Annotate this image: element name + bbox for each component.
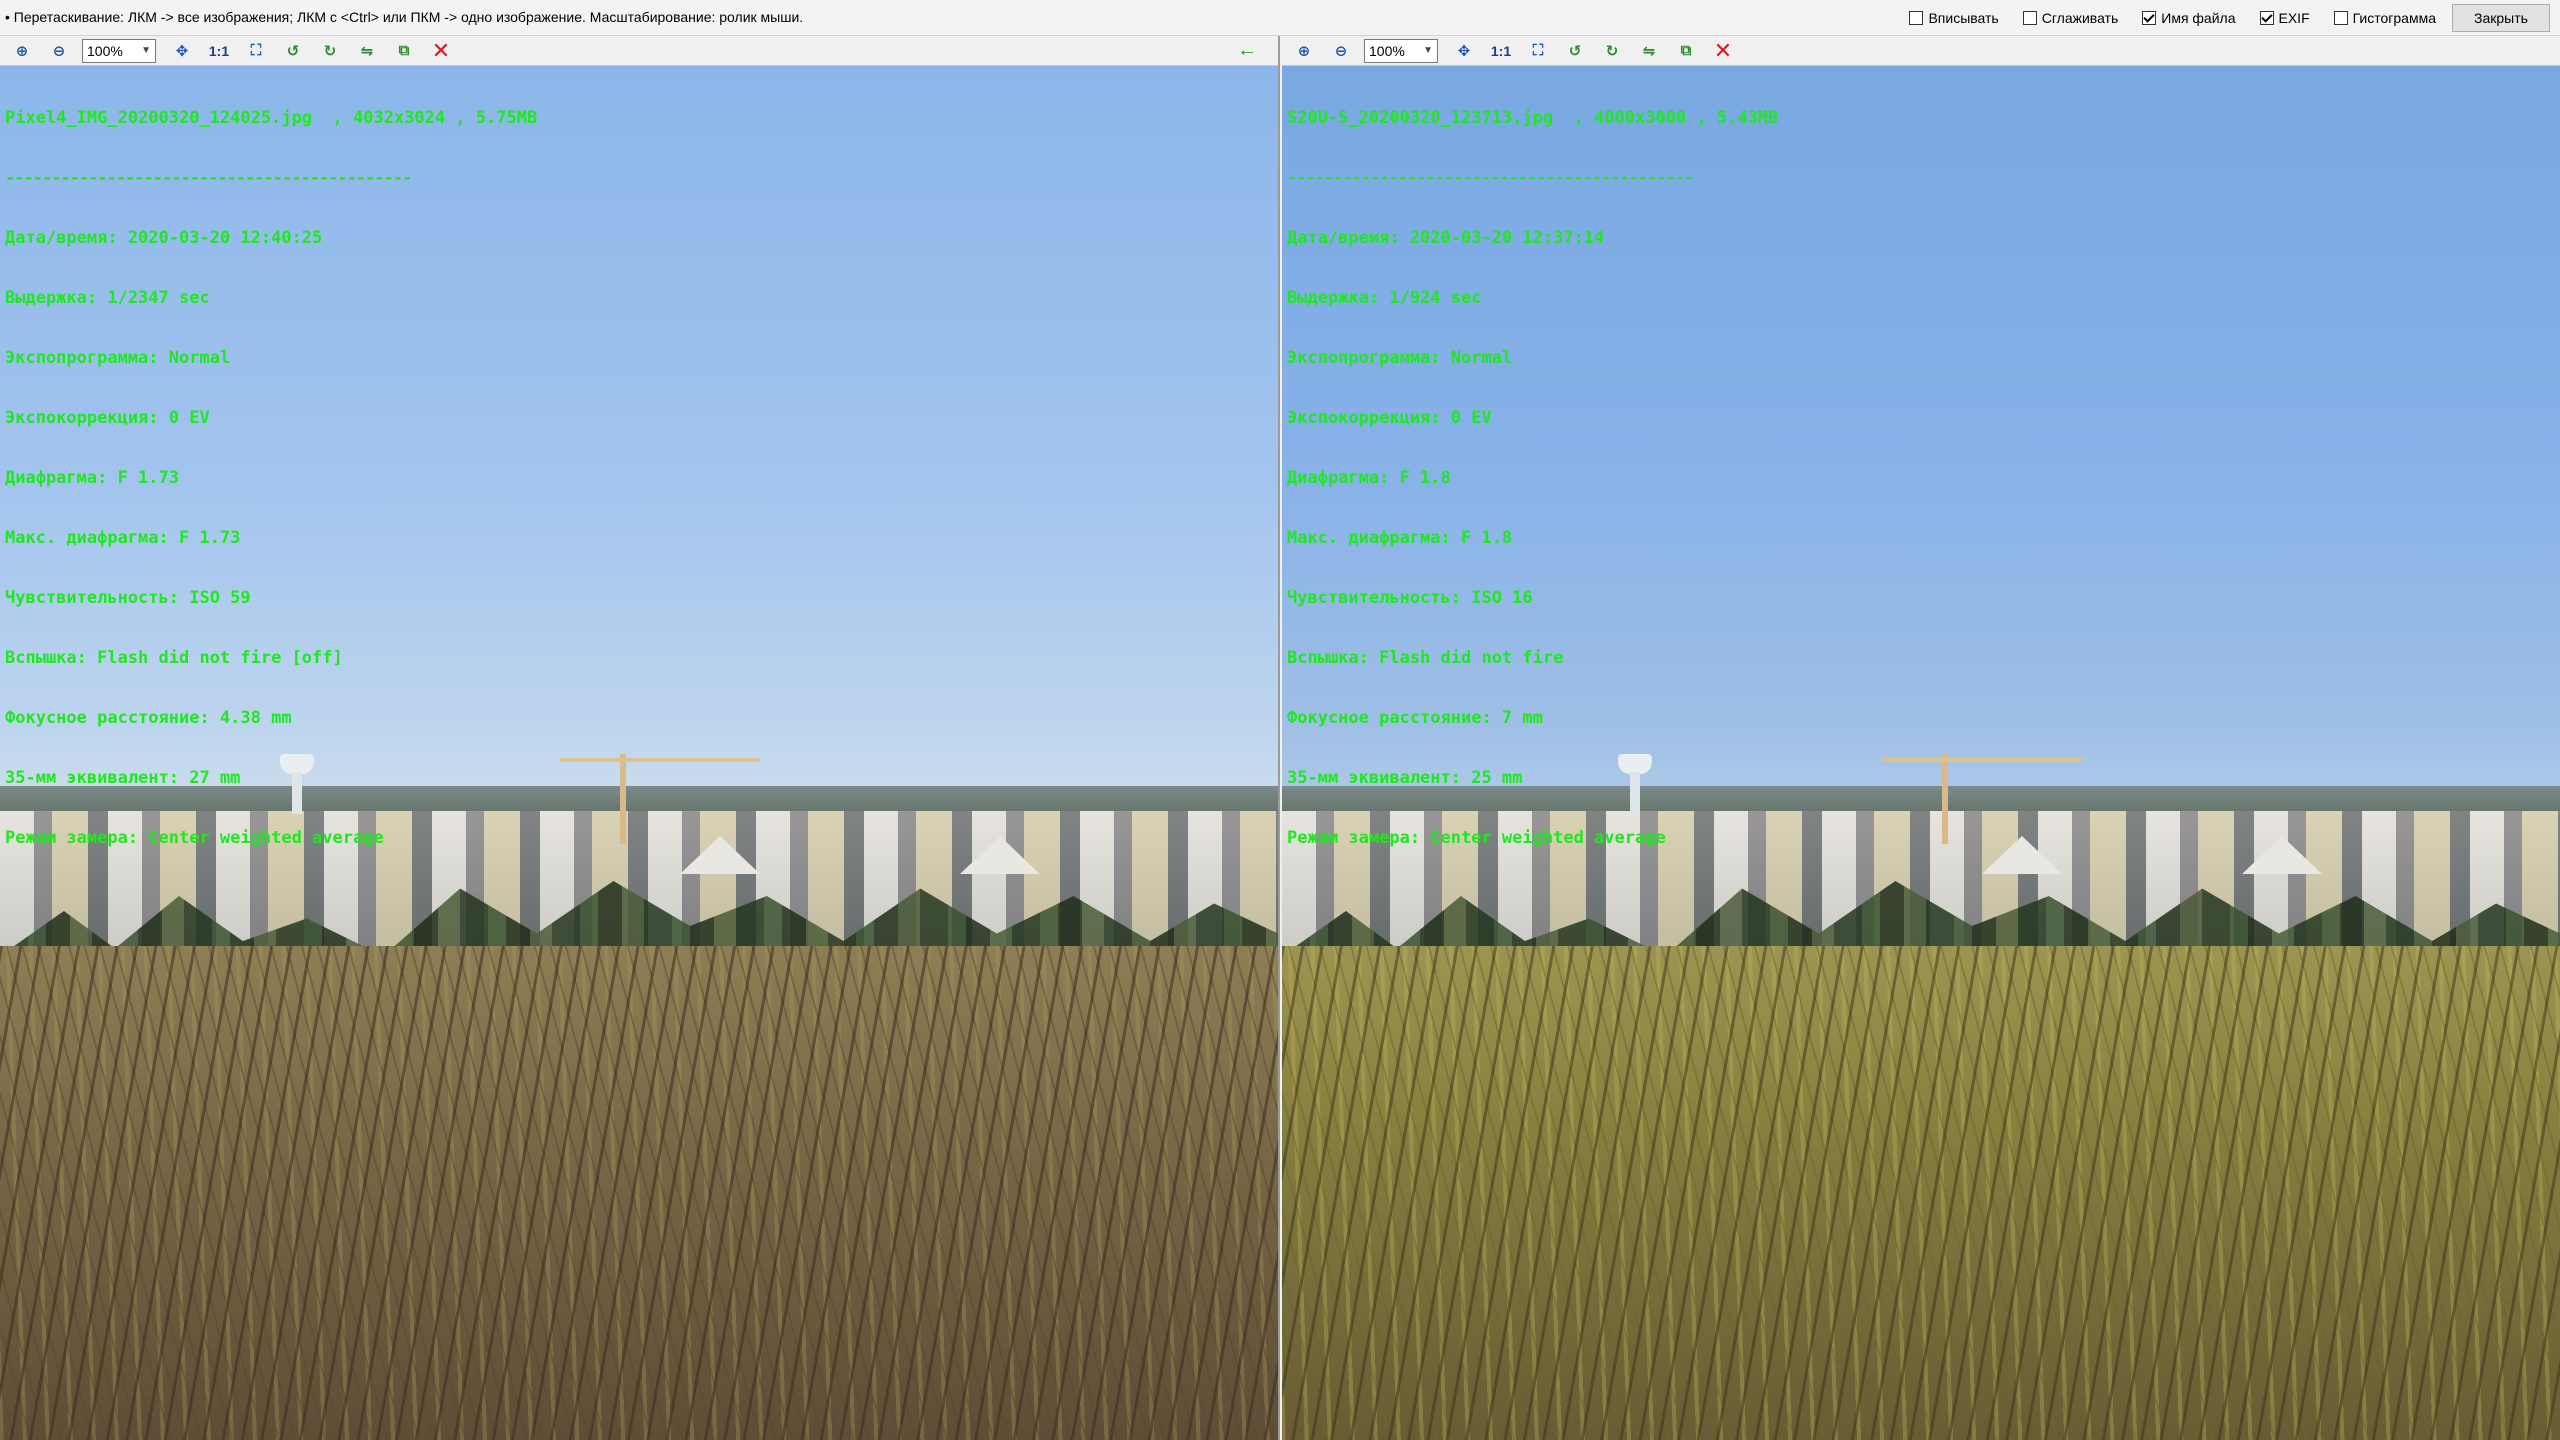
checkbox-exif[interactable] xyxy=(2259,11,2274,25)
right-toolbar: ⊕ ⊖ 100% ▼ ✥ 1:1 ⛶ ↺ ↻ ⇋ ⧉ ✕ xyxy=(1282,36,2560,66)
option-exif[interactable]: EXIF xyxy=(2259,10,2310,26)
crane-mast xyxy=(620,754,626,844)
rotate-right-icon[interactable]: ↻ xyxy=(316,38,344,64)
top-bar: • Перетаскивание: ЛКМ -> все изображения… xyxy=(0,0,2560,36)
fit-icon[interactable]: ⛶ xyxy=(1524,38,1552,64)
exif-line: Экспопрограмма: Normal xyxy=(5,348,231,368)
checkbox-histogram[interactable] xyxy=(2333,11,2348,25)
chevron-down-icon: ▼ xyxy=(1423,45,1433,56)
house-roof xyxy=(960,836,1040,874)
move-icon[interactable]: ✥ xyxy=(1450,38,1478,64)
left-zoom-select[interactable]: 100% ▼ xyxy=(82,38,156,63)
option-filename-label: Имя файла xyxy=(2161,10,2236,26)
left-exif-overlay: Pixel4_IMG_20200320_124025.jpg , 4032x30… xyxy=(5,68,537,888)
right-zoom-select[interactable]: 100% ▼ xyxy=(1364,38,1438,63)
exif-line: Диафрагма: F 1.73 xyxy=(5,468,179,488)
usage-hint: • Перетаскивание: ЛКМ -> все изображения… xyxy=(5,9,804,25)
right-file-header: S20U-S_20200320_123713.jpg , 4000x3000 ,… xyxy=(1287,108,1779,128)
exif-line: 35-мм эквивалент: 25 mm xyxy=(1287,768,1523,788)
right-image-pane: ⊕ ⊖ 100% ▼ ✥ 1:1 ⛶ ↺ ↻ ⇋ ⧉ ✕ S20U-S_2020… xyxy=(1282,36,2560,1440)
exif-line: Вспышка: Flash did not fire xyxy=(1287,648,1564,668)
checkbox-smooth[interactable] xyxy=(2022,11,2037,25)
close-icon[interactable]: ✕ xyxy=(1709,38,1737,64)
right-separator: ----------------------------------------… xyxy=(1287,168,1694,188)
rotate-left-icon[interactable]: ↺ xyxy=(1561,38,1589,64)
zoom-out-icon[interactable]: ⊖ xyxy=(45,38,73,64)
exif-line: Фокусное расстояние: 7 mm xyxy=(1287,708,1543,728)
close-button[interactable]: Закрыть xyxy=(2452,4,2550,32)
construction-crane xyxy=(560,746,760,846)
exif-line: Режим замера: Center weighted average xyxy=(5,828,384,848)
right-zoom-value: 100% xyxy=(1369,42,1405,59)
left-separator: ----------------------------------------… xyxy=(5,168,412,188)
exif-line: Экспокоррекция: 0 EV xyxy=(1287,408,1492,428)
exif-line: Дата/время: 2020-03-20 12:37:14 xyxy=(1287,228,1605,248)
exif-line: Экспопрограмма: Normal xyxy=(1287,348,1513,368)
exif-line: Экспокоррекция: 0 EV xyxy=(5,408,210,428)
construction-crane xyxy=(1882,746,2082,846)
foreground-brush xyxy=(1282,946,2560,1440)
option-fit[interactable]: Вписывать xyxy=(1909,10,1999,26)
foreground-brush xyxy=(0,946,1278,1440)
option-smooth[interactable]: Сглаживать xyxy=(2022,10,2119,26)
exif-line: Фокусное расстояние: 4.38 mm xyxy=(5,708,292,728)
view-options: Вписывать Сглаживать Имя файла EXIF Гист… xyxy=(1885,4,2550,32)
rotate-right-icon[interactable]: ↻ xyxy=(1598,38,1626,64)
exif-line: Диафрагма: F 1.8 xyxy=(1287,468,1451,488)
fit-icon[interactable]: ⛶ xyxy=(242,38,270,64)
zoom-in-icon[interactable]: ⊕ xyxy=(8,38,36,64)
zoom-in-icon[interactable]: ⊕ xyxy=(1290,38,1318,64)
option-filename[interactable]: Имя файла xyxy=(2142,10,2236,26)
crane-mast xyxy=(1942,754,1948,844)
option-fit-label: Вписывать xyxy=(1928,10,1999,26)
exif-line: Вспышка: Flash did not fire [off] xyxy=(5,648,343,668)
right-exif-overlay: S20U-S_20200320_123713.jpg , 4000x3000 ,… xyxy=(1287,68,1778,888)
left-file-header: Pixel4_IMG_20200320_124025.jpg , 4032x30… xyxy=(5,108,538,128)
option-histogram-label: Гистограмма xyxy=(2352,10,2436,26)
copy-icon[interactable]: ⧉ xyxy=(390,38,418,64)
rotate-left-icon[interactable]: ↺ xyxy=(279,38,307,64)
exif-line: Чувствительность: ISO 59 xyxy=(5,588,251,608)
close-icon[interactable]: ✕ xyxy=(427,38,455,64)
flip-icon[interactable]: ⇋ xyxy=(1635,38,1663,64)
copy-icon[interactable]: ⧉ xyxy=(1672,38,1700,64)
actual-size-button[interactable]: 1:1 xyxy=(205,38,233,64)
exif-line: Дата/время: 2020-03-20 12:40:25 xyxy=(5,228,323,248)
crane-jib xyxy=(1882,758,2082,762)
exif-line: Режим замера: Center weighted average xyxy=(1287,828,1666,848)
checkbox-filename[interactable] xyxy=(2142,11,2157,25)
exif-line: Макс. диафрагма: F 1.8 xyxy=(1287,528,1513,548)
move-icon[interactable]: ✥ xyxy=(168,38,196,64)
crane-jib xyxy=(560,758,760,762)
exif-line: Макс. диафрагма: F 1.73 xyxy=(5,528,241,548)
chevron-down-icon: ▼ xyxy=(141,45,151,56)
option-histogram[interactable]: Гистограмма xyxy=(2333,10,2436,26)
exif-line: Выдержка: 1/2347 sec xyxy=(5,288,210,308)
checkbox-fit[interactable] xyxy=(1909,11,1924,25)
left-zoom-value: 100% xyxy=(87,42,123,59)
option-smooth-label: Сглаживать xyxy=(2041,10,2119,26)
arrow-left-icon[interactable]: ← xyxy=(1233,38,1261,64)
left-toolbar: ⊕ ⊖ 100% ▼ ✥ 1:1 ⛶ ↺ ↻ ⇋ ⧉ ✕ ← xyxy=(0,36,1278,66)
exif-line: 35-мм эквивалент: 27 mm xyxy=(5,768,241,788)
house-roof xyxy=(2242,836,2322,874)
exif-line: Выдержка: 1/924 sec xyxy=(1287,288,1482,308)
flip-icon[interactable]: ⇋ xyxy=(353,38,381,64)
zoom-out-icon[interactable]: ⊖ xyxy=(1327,38,1355,64)
option-exif-label: EXIF xyxy=(2278,10,2310,26)
actual-size-button[interactable]: 1:1 xyxy=(1487,38,1515,64)
left-image-pane: ⊕ ⊖ 100% ▼ ✥ 1:1 ⛶ ↺ ↻ ⇋ ⧉ ✕ ← Pixel4_IM… xyxy=(0,36,1280,1440)
exif-line: Чувствительность: ISO 16 xyxy=(1287,588,1533,608)
